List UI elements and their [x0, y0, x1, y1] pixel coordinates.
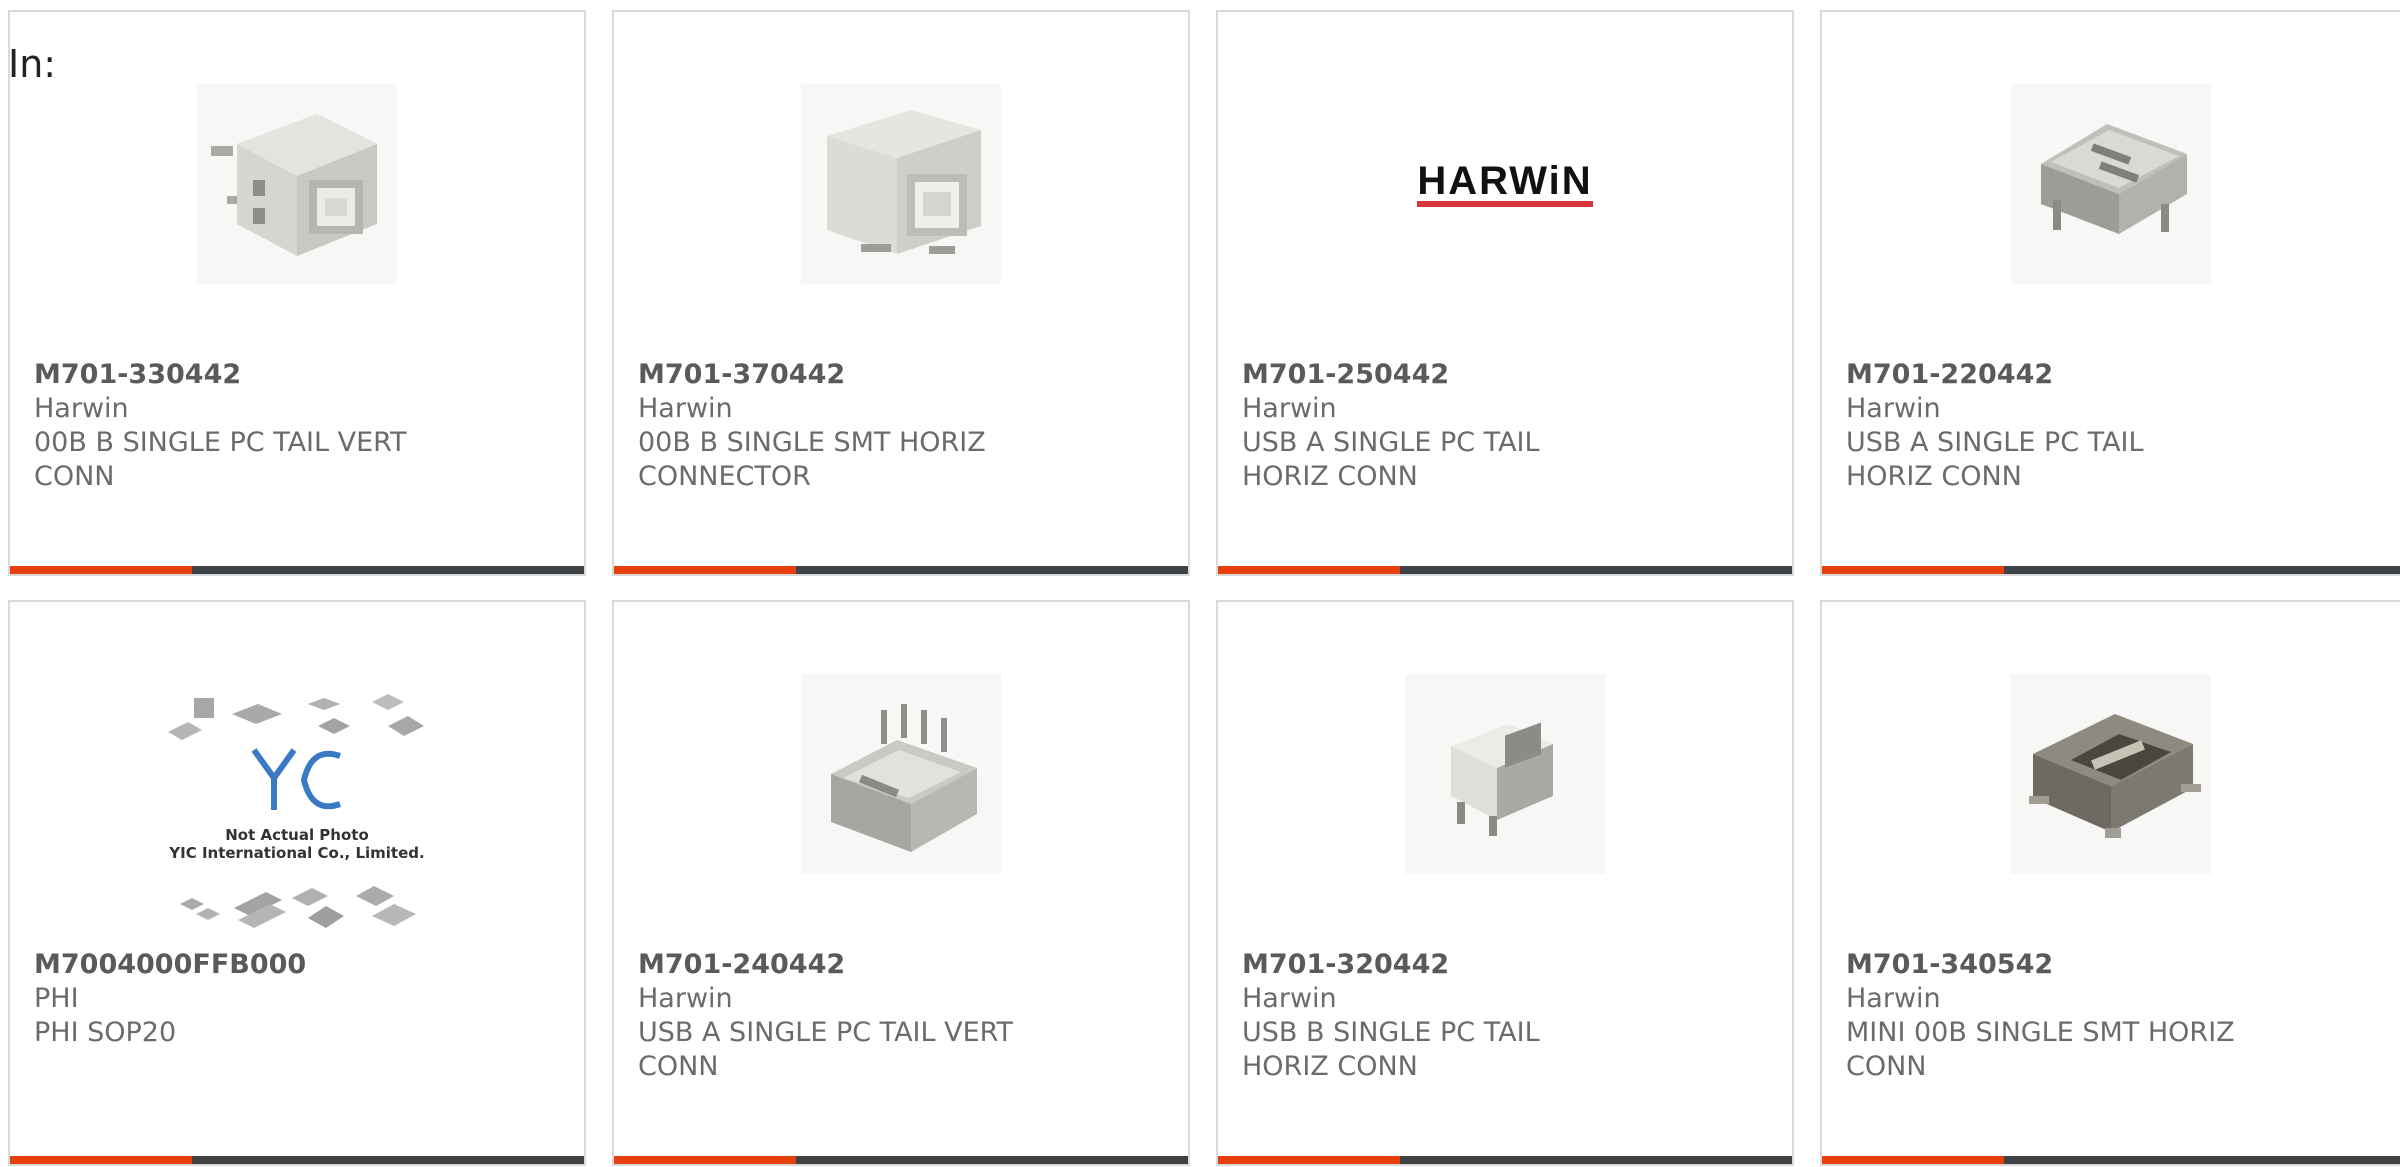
manufacturer-name: Harwin: [34, 393, 129, 424]
connector-photo-icon: [801, 674, 1001, 874]
product-info: M7004000FFB000 PHI PHI SOP20: [34, 948, 560, 1050]
manufacturer-name: Harwin: [1846, 393, 1941, 424]
product-description: 00B B SINGLE SMT HORIZ CONNECTOR: [638, 427, 986, 492]
card-bar-accent: [1822, 566, 2004, 574]
product-info: M701-320442 Harwin USB B SINGLE PC TAIL …: [1242, 948, 1768, 1084]
connector-photo-icon: [2011, 674, 2211, 874]
card-bottom-bar: [614, 566, 1188, 574]
card-bar-accent: [1822, 1156, 2004, 1164]
card-bar-accent: [10, 566, 192, 574]
manufacturer-name: Harwin: [1242, 983, 1337, 1014]
part-number[interactable]: M701-250442: [1242, 358, 1768, 392]
mini-usb-connector-image[interactable]: [2011, 674, 2211, 874]
product-info: M701-330442 Harwin 00B B SINGLE PC TAIL …: [34, 358, 560, 494]
harwin-logo: HARWiN: [1417, 161, 1593, 207]
placeholder-line2: YIC International Co., Limited.: [168, 844, 424, 862]
product-info: M701-220442 Harwin USB A SINGLE PC TAIL …: [1846, 358, 2376, 494]
card-bottom-bar: [1218, 566, 1792, 574]
connector-photo-icon: [1405, 674, 1605, 874]
card-bar-accent: [614, 1156, 796, 1164]
product-description: 00B B SINGLE PC TAIL VERT CONN: [34, 427, 407, 492]
usb-a-vertical-connector-image[interactable]: [801, 674, 1001, 874]
in-label: In:: [8, 42, 57, 86]
product-info: M701-240442 Harwin USB A SINGLE PC TAIL …: [638, 948, 1164, 1084]
connector-photo-icon: [2011, 84, 2211, 284]
product-grid-page: In: M701-330442 Harwin 00B B SINGLE PC T…: [0, 0, 2400, 1167]
harwin-logo-image[interactable]: HARWiN: [1405, 84, 1605, 284]
product-card[interactable]: M701-330442 Harwin 00B B SINGLE PC TAIL …: [8, 10, 586, 576]
product-info: M701-250442 Harwin USB A SINGLE PC TAIL …: [1242, 358, 1768, 494]
product-info: M701-370442 Harwin 00B B SINGLE SMT HORI…: [638, 358, 1164, 494]
manufacturer-name: Harwin: [638, 983, 733, 1014]
placeholder-line1: Not Actual Photo: [225, 826, 369, 844]
product-card[interactable]: M701-240442 Harwin USB A SINGLE PC TAIL …: [612, 600, 1190, 1166]
card-bar-accent: [1218, 1156, 1400, 1164]
card-bar-accent: [614, 566, 796, 574]
part-number[interactable]: M701-320442: [1242, 948, 1768, 982]
connector-photo-icon: [801, 84, 1001, 284]
product-card[interactable]: M701-320442 Harwin USB B SINGLE PC TAIL …: [1216, 600, 1794, 1166]
product-description: USB A SINGLE PC TAIL HORIZ CONN: [1242, 427, 1540, 492]
card-bar-accent: [10, 1156, 192, 1164]
usb-a-horizontal-connector-image[interactable]: [2011, 84, 2211, 284]
part-number[interactable]: M701-220442: [1846, 358, 2376, 392]
product-description: MINI 00B SINGLE SMT HORIZ CONN: [1846, 1017, 2235, 1082]
usb-b-horizontal-connector-image[interactable]: [1405, 674, 1605, 874]
product-card[interactable]: M701-340542 Harwin MINI 00B SINGLE SMT H…: [1820, 600, 2400, 1166]
card-bottom-bar: [10, 1156, 584, 1164]
product-description: USB A SINGLE PC TAIL HORIZ CONN: [1846, 427, 2144, 492]
part-number[interactable]: M701-330442: [34, 358, 560, 392]
card-bottom-bar: [1822, 566, 2400, 574]
product-info: M701-340542 Harwin MINI 00B SINGLE SMT H…: [1846, 948, 2376, 1084]
card-bottom-bar: [1218, 1156, 1792, 1164]
usb-b-vertical-connector-image[interactable]: [197, 84, 397, 284]
card-bar-accent: [1218, 566, 1400, 574]
part-number[interactable]: M701-240442: [638, 948, 1164, 982]
product-description: PHI SOP20: [34, 1017, 177, 1048]
manufacturer-name: Harwin: [1846, 983, 1941, 1014]
yic-placeholder-image[interactable]: Not Actual Photo YIC International Co., …: [162, 692, 432, 932]
card-bottom-bar: [10, 566, 584, 574]
product-card[interactable]: M701-370442 Harwin 00B B SINGLE SMT HORI…: [612, 10, 1190, 576]
part-number[interactable]: M7004000FFB000: [34, 948, 560, 982]
card-bottom-bar: [1822, 1156, 2400, 1164]
manufacturer-name: Harwin: [1242, 393, 1337, 424]
usb-b-smt-connector-image[interactable]: [801, 84, 1001, 284]
product-card[interactable]: M701-220442 Harwin USB A SINGLE PC TAIL …: [1820, 10, 2400, 576]
manufacturer-name: Harwin: [638, 393, 733, 424]
part-number[interactable]: M701-340542: [1846, 948, 2376, 982]
product-description: USB A SINGLE PC TAIL VERT CONN: [638, 1017, 1013, 1082]
product-card[interactable]: HARWiN M701-250442 Harwin USB A SINGLE P…: [1216, 10, 1794, 576]
part-number[interactable]: M701-370442: [638, 358, 1164, 392]
card-bottom-bar: [614, 1156, 1188, 1164]
manufacturer-name: PHI: [34, 983, 79, 1014]
product-description: USB B SINGLE PC TAIL HORIZ CONN: [1242, 1017, 1540, 1082]
placeholder-chips-icon: Not Actual Photo YIC International Co., …: [168, 694, 425, 928]
connector-photo-icon: [197, 84, 397, 284]
product-card[interactable]: Not Actual Photo YIC International Co., …: [8, 600, 586, 1166]
